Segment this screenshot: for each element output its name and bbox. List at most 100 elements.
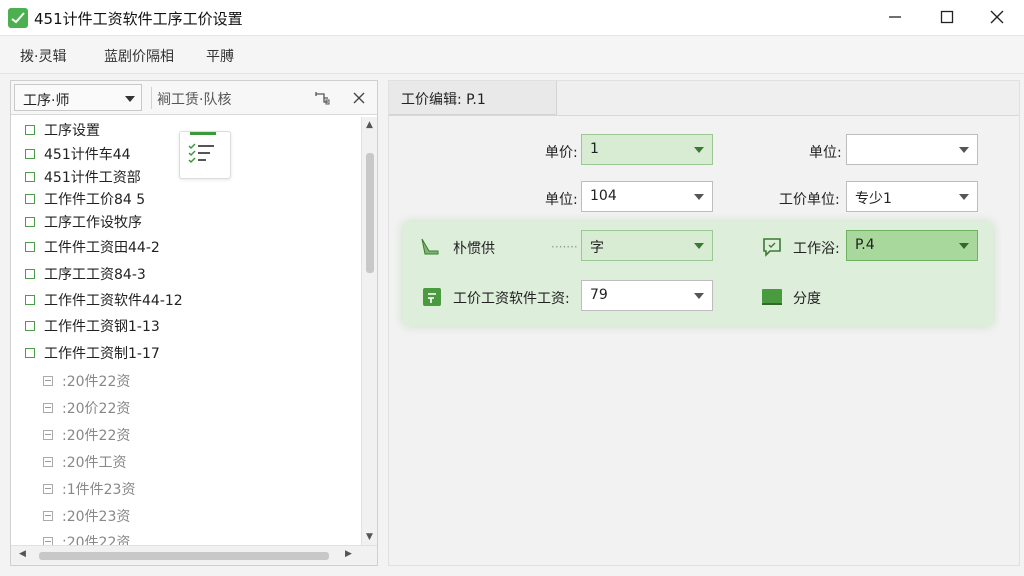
title-bar: 451计件工资软件工序工价设置 <box>0 0 1024 36</box>
minimize-button[interactable] <box>870 0 920 34</box>
scroll-down-icon[interactable]: ▼ <box>366 532 373 542</box>
tree-subitem-label: :1件件23资 <box>62 482 136 498</box>
chevron-down-icon <box>694 194 704 200</box>
tree-item[interactable]: 451计件工资部 <box>25 166 141 188</box>
tree-node-icon <box>25 295 35 305</box>
software-label: 工价工资软件工资: <box>453 291 570 307</box>
tree-layout-button[interactable] <box>311 87 333 109</box>
tree-item-label: 工件件工资田44-2 <box>44 240 160 256</box>
tree-subitem[interactable]: :20件23资 <box>43 505 130 527</box>
tree-subitem[interactable]: :20件22资 <box>43 531 130 545</box>
unit-price-value: 1 <box>590 141 599 157</box>
tree-item[interactable]: 工作件工价84 5 <box>25 188 145 210</box>
chevron-down-icon <box>959 194 969 200</box>
menu-item-3[interactable]: 平膊 <box>206 46 234 66</box>
app-logo-icon <box>8 8 28 28</box>
message-icon <box>763 238 781 257</box>
chevron-down-icon <box>959 243 969 249</box>
work-label: 工作浴: <box>793 241 840 257</box>
unit-dropdown[interactable]: 104 <box>581 181 713 212</box>
unit-dropdown-right[interactable] <box>846 134 978 165</box>
software-dropdown[interactable]: 79 <box>581 280 713 311</box>
unit-value: 104 <box>590 188 617 204</box>
minimize-icon <box>889 16 901 18</box>
tree-subitem-label: :20件23资 <box>62 509 131 525</box>
tree-type-label: 工序·师 <box>23 93 70 109</box>
unit-price-dropdown[interactable]: 1 <box>581 134 713 165</box>
tree-subitem[interactable]: :20件22资 <box>43 424 130 446</box>
chevron-down-icon <box>694 293 704 299</box>
chevron-down-icon <box>959 147 969 153</box>
tree-node-icon <box>25 269 35 279</box>
close-panel-button[interactable] <box>348 87 370 109</box>
tree-node-icon <box>25 348 35 358</box>
maximize-button[interactable] <box>922 0 972 34</box>
tab-price-edit[interactable]: 工价编辑: P.1 <box>389 81 557 115</box>
close-button[interactable] <box>972 0 1022 34</box>
tree-item-label: 工作件工价84 5 <box>44 192 146 208</box>
row3-label: 朴惯供 <box>453 241 495 257</box>
tree-node-icon <box>25 242 35 252</box>
tree-item-label: 451计件工资部 <box>44 170 141 186</box>
window-title: 451计件工资软件工序工价设置 <box>34 10 243 28</box>
vertical-scroll-thumb[interactable] <box>366 153 374 273</box>
price-unit-dropdown[interactable]: 专少1 <box>846 181 978 212</box>
left-filter-text[interactable]: 裥工赁·队核 <box>157 89 231 109</box>
checklist-icon <box>188 132 216 164</box>
horizontal-scrollbar[interactable]: ◀ ▶ <box>11 545 377 565</box>
tree-item-label: 工序工作设牧序 <box>44 215 142 231</box>
collapse-icon <box>43 403 53 413</box>
tree-item[interactable]: 工作件工资软件44-12 <box>25 289 183 311</box>
tree-node-icon <box>25 194 35 204</box>
tree-item-label: 工序工工资84-3 <box>44 267 146 283</box>
split-label: 分度 <box>793 291 821 307</box>
tree-subitem[interactable]: :1件件23资 <box>43 478 135 500</box>
collapse-icon <box>43 484 53 494</box>
software-value: 79 <box>590 287 608 303</box>
collapse-icon <box>43 511 53 521</box>
tree-item-label: 工序设置 <box>44 123 100 139</box>
vertical-scrollbar[interactable]: ▲ ▼ <box>361 117 377 545</box>
process-tree: 工序设置 451计件车44 451计件工资部 工作件工价84 5 工序工作设牧序… <box>11 117 361 545</box>
tree-subitem[interactable]: :20价22资 <box>43 397 130 419</box>
tree-item[interactable]: 451计件车44 <box>25 143 131 165</box>
tree-node-icon <box>25 321 35 331</box>
tree-subitem[interactable]: :20件22资 <box>43 370 130 392</box>
tree-item[interactable]: 工序工工资84-3 <box>25 263 146 285</box>
unit-label-right: 单位: <box>809 145 842 161</box>
tree-subitem-label: :20件22资 <box>62 374 131 390</box>
list-settings-card[interactable] <box>179 131 231 179</box>
document-icon <box>423 288 441 306</box>
scroll-up-icon[interactable]: ▲ <box>366 120 373 130</box>
left-tree-panel: 工序·师 裥工赁·队核 工序设置 451计件车44 451计件工资部 工作件工价… <box>10 80 378 566</box>
tree-item[interactable]: 工序设置 <box>25 119 100 141</box>
tree-type-dropdown[interactable]: 工序·师 <box>14 84 142 111</box>
row3-dropdown[interactable]: 字 <box>581 230 713 261</box>
tree-item[interactable]: 工作件工资制1-17 <box>25 342 160 364</box>
tree-item[interactable]: 工件件工资田44-2 <box>25 236 160 258</box>
row3-dots: ······· <box>551 240 578 254</box>
tree-subitem[interactable]: :20件工资 <box>43 451 127 473</box>
tree-item-label: 工作件工资钢1-13 <box>44 319 160 335</box>
app-window: 451计件工资软件工序工价设置 拨·灵辑 蓝剧价隔相 平膊 工序·师 裥工赁·队… <box>0 0 1024 576</box>
menu-item-2[interactable]: 蓝剧价隔相 <box>104 46 174 66</box>
tree-node-icon <box>25 149 35 159</box>
price-unit-label: 工价单位: <box>779 192 840 208</box>
tree-item[interactable]: 工作件工资钢1-13 <box>25 315 160 337</box>
tree-item[interactable]: 工序工作设牧序 <box>25 211 142 233</box>
close-icon <box>353 92 365 104</box>
tree-node-icon <box>25 172 35 182</box>
chevron-down-icon <box>694 243 704 249</box>
work-dropdown[interactable]: P.4 <box>846 230 978 261</box>
collapse-icon <box>43 537 53 545</box>
left-panel-header: 工序·师 裥工赁·队核 <box>11 81 377 115</box>
tool-icon <box>421 238 439 255</box>
price-unit-value: 专少1 <box>855 191 892 207</box>
unit-label: 单位: <box>545 192 578 208</box>
menu-item-1[interactable]: 拨·灵辑 <box>20 46 66 66</box>
tree-node-icon <box>25 125 35 135</box>
scroll-right-icon[interactable]: ▶ <box>345 549 352 559</box>
scroll-left-icon[interactable]: ◀ <box>19 549 26 559</box>
horizontal-scroll-thumb[interactable] <box>39 552 329 560</box>
tree-subitem-label: :20件22资 <box>62 428 131 444</box>
